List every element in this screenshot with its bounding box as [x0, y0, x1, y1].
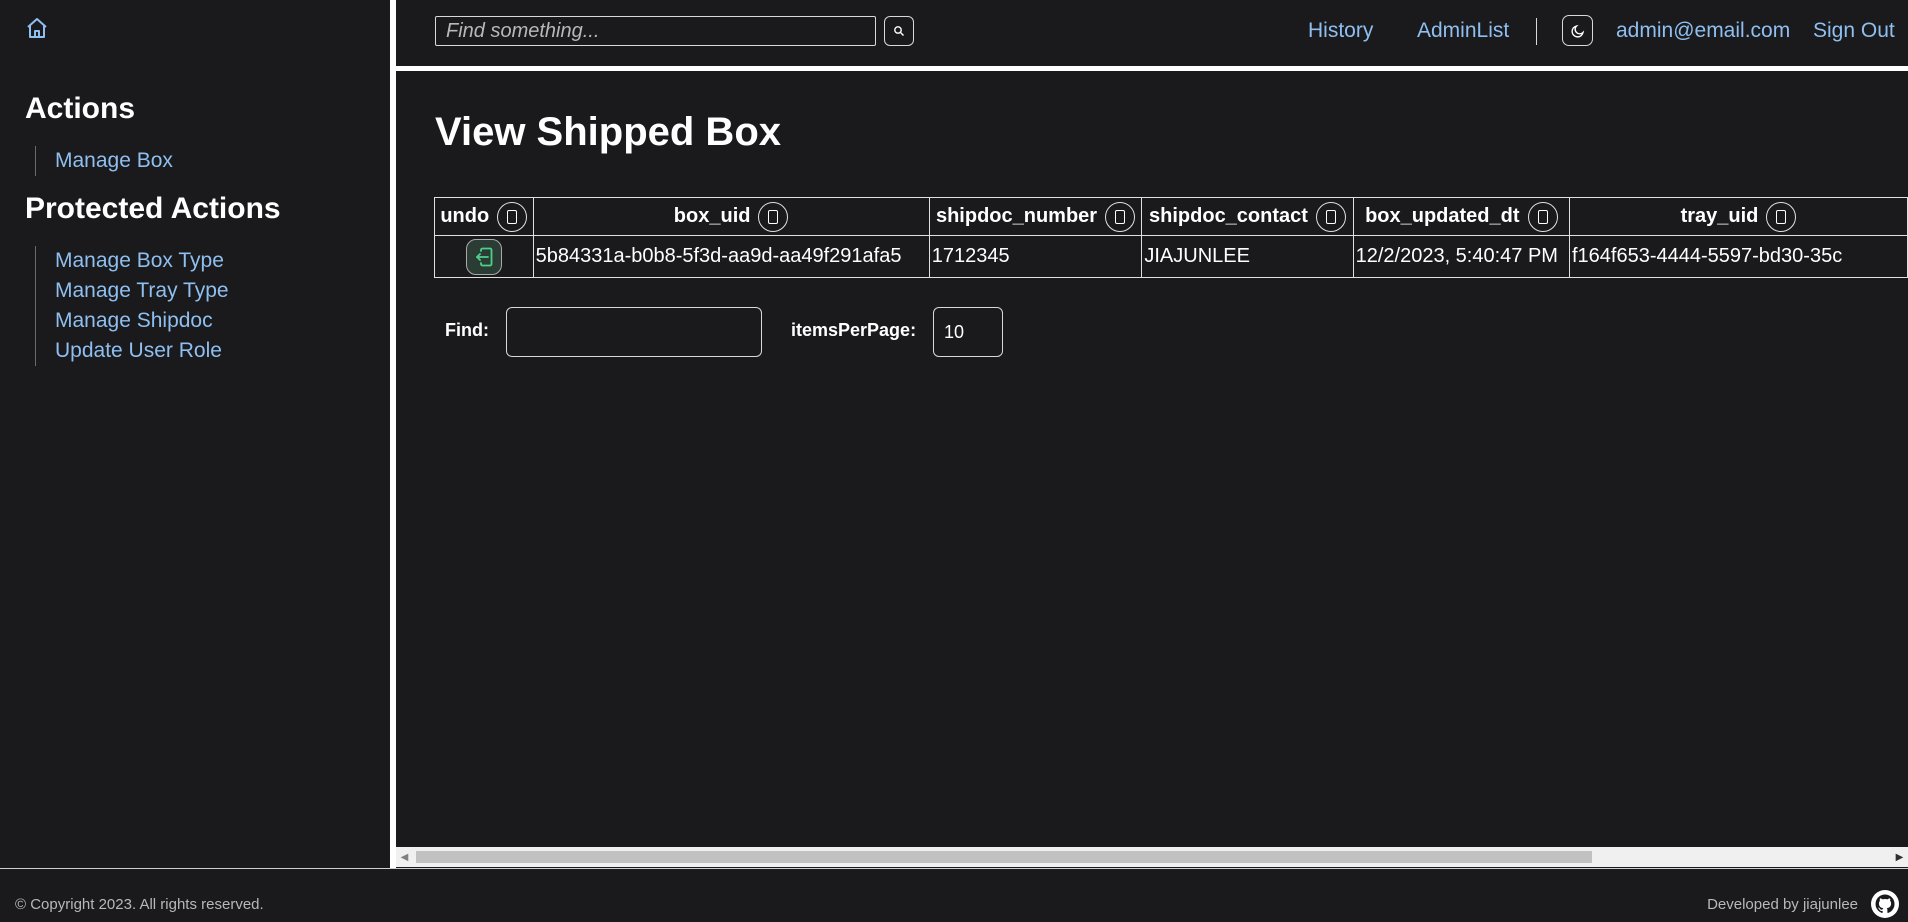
undo-icon [475, 247, 493, 266]
protected-actions-group: Manage Box Type Manage Tray Type Manage … [35, 246, 229, 366]
sort-icon[interactable] [1527, 201, 1558, 232]
scrollbar-thumb[interactable] [416, 851, 1592, 863]
find-input[interactable] [506, 307, 762, 357]
footer-divider [0, 868, 1908, 869]
column-header-undo: undo [434, 197, 534, 236]
cell-tray-uid: f164f653-4444-5597-bd30-35c [1568, 235, 1908, 278]
nav-history-link[interactable]: History [1308, 19, 1373, 43]
sort-icon[interactable] [497, 201, 528, 232]
table-header-row: undo box_uid shipdoc_number shipdoc_cont… [434, 197, 1908, 236]
github-icon[interactable] [1870, 889, 1900, 919]
search-input[interactable] [435, 16, 876, 46]
cell-box-uid: 5b84331a-b0b8-5f3d-aa9d-aa49f291afa5 [532, 235, 930, 278]
page-title: View Shipped Box [435, 110, 781, 154]
column-header-box-uid: box_uid [532, 197, 930, 236]
nav-separator [1536, 18, 1537, 45]
undo-cell [434, 235, 534, 278]
user-email-link[interactable]: admin@email.com [1616, 19, 1790, 43]
protected-actions-heading: Protected Actions [25, 192, 281, 225]
cell-shipdoc-number: 1712345 [928, 235, 1143, 278]
shipped-box-table: undo box_uid shipdoc_number shipdoc_cont… [434, 197, 1908, 278]
sort-icon[interactable] [1766, 201, 1797, 232]
cell-shipdoc-contact: JIAJUNLEE [1141, 235, 1354, 278]
top-bar: History AdminList admin@email.com Sign O… [396, 0, 1908, 66]
theme-toggle-button[interactable] [1562, 15, 1593, 46]
sidebar-item-manage-shipdoc[interactable]: Manage Shipdoc [55, 306, 229, 336]
undo-button[interactable] [465, 238, 502, 275]
horizontal-scrollbar[interactable]: ◀ ▶ [396, 847, 1908, 867]
search-icon [894, 26, 904, 36]
sort-icon[interactable] [1105, 201, 1136, 232]
column-header-shipdoc-number: shipdoc_number [928, 197, 1143, 236]
sidebar-item-manage-box[interactable]: Manage Box [55, 146, 173, 176]
nav-adminlist-link[interactable]: AdminList [1417, 19, 1509, 43]
developed-by-text: Developed by jiajunlee [1707, 896, 1858, 913]
actions-group: Manage Box [35, 146, 173, 176]
table-row: 5b84331a-b0b8-5f3d-aa9d-aa49f291afa5 171… [434, 235, 1908, 278]
sidebar-item-manage-tray-type[interactable]: Manage Tray Type [55, 276, 229, 306]
sidebar-item-manage-box-type[interactable]: Manage Box Type [55, 246, 229, 276]
items-per-page-input[interactable] [933, 307, 1003, 357]
column-header-box-updated-dt: box_updated_dt [1352, 197, 1570, 236]
column-header-tray-uid: tray_uid [1568, 197, 1908, 236]
actions-heading: Actions [25, 92, 136, 125]
home-icon[interactable] [25, 16, 49, 40]
sidebar-item-update-user-role[interactable]: Update User Role [55, 336, 229, 366]
search-button[interactable] [884, 16, 914, 46]
sign-out-link[interactable]: Sign Out [1813, 19, 1895, 43]
main-content: View Shipped Box undo box_uid shipdoc_nu… [396, 71, 1908, 847]
moon-icon [1570, 24, 1584, 38]
find-label: Find: [445, 320, 489, 340]
sort-icon[interactable] [758, 201, 789, 232]
copyright-text: © Copyright 2023. All rights reserved. [15, 896, 264, 913]
column-header-shipdoc-contact: shipdoc_contact [1141, 197, 1354, 236]
scroll-right-arrow-icon[interactable]: ▶ [1891, 847, 1908, 867]
cell-box-updated-dt: 12/2/2023, 5:40:47 PM [1352, 235, 1570, 278]
sidebar: Actions Manage Box Protected Actions Man… [0, 0, 390, 868]
sort-icon[interactable] [1315, 201, 1346, 232]
scroll-left-arrow-icon[interactable]: ◀ [396, 847, 413, 867]
items-per-page-label: itemsPerPage: [791, 320, 917, 340]
